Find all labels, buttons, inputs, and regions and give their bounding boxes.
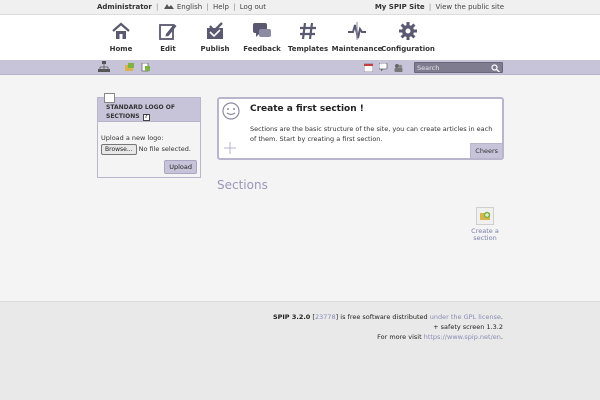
- top-bar-right: My SPIP Site | View the public site: [374, 3, 504, 11]
- sitemap-icon[interactable]: [98, 61, 110, 73]
- plus-icon: [224, 142, 236, 154]
- page-title: Sections: [217, 178, 268, 192]
- spip-version: SPIP 3.2.0: [272, 313, 311, 321]
- footer-line-2: + safety screen 1.3.2: [433, 323, 503, 331]
- search-box: [414, 62, 503, 73]
- content-area: STANDARD LOGO OF SECTIONS? Upload a new …: [0, 76, 600, 301]
- calendar-icon[interactable]: [364, 63, 373, 72]
- username-link[interactable]: Administrator: [97, 3, 152, 11]
- site-name-link[interactable]: My SPIP Site: [375, 3, 425, 11]
- browse-button[interactable]: Browse...: [101, 144, 137, 155]
- create-section-button[interactable]: Create a section: [468, 207, 502, 242]
- gear-icon: [399, 22, 417, 40]
- nav-configuration-label: Configuration: [381, 45, 435, 53]
- footer-line-1: SPIP 3.2.0 [23778] is free software dist…: [272, 313, 503, 321]
- main-nav: Home Edit Publish Feedback Templates Mai…: [0, 15, 600, 60]
- upload-button[interactable]: Upload: [164, 160, 197, 174]
- top-bar: Administrator | English | Help | Log out…: [0, 0, 600, 15]
- create-section-icon: [476, 207, 494, 225]
- messages-icon[interactable]: [379, 63, 388, 72]
- footer-line-3: For more visit https://www.spip.net/en.: [377, 333, 503, 341]
- footer: SPIP 3.2.0 [23778] is free software dist…: [0, 301, 600, 400]
- home-icon: [112, 22, 130, 39]
- top-bar-left: Administrator | English | Help | Log out: [97, 3, 266, 11]
- revision-link[interactable]: 23778: [315, 313, 336, 321]
- license-link[interactable]: under the GPL license: [430, 313, 501, 321]
- article-add-icon[interactable]: [141, 63, 150, 72]
- image-icon: [104, 93, 115, 103]
- users-icon[interactable]: [394, 63, 403, 72]
- upload-logo-label: Upload a new logo:: [101, 134, 164, 142]
- sub-bar: [0, 60, 600, 75]
- create-section-label: Create a section: [471, 227, 499, 242]
- nav-templates-label: Templates: [287, 45, 329, 53]
- nav-maintenance-label: Maintenance: [331, 45, 383, 53]
- speech-bubble-icon: [253, 23, 271, 37]
- checkmark-icon: [207, 22, 223, 39]
- hash-icon: [300, 22, 316, 40]
- pencil-icon: [159, 24, 177, 40]
- cheers-signature: Cheers: [470, 143, 502, 158]
- search-input[interactable]: [417, 63, 489, 72]
- nav-maintenance[interactable]: Maintenance: [329, 21, 385, 53]
- nav-templates[interactable]: Templates: [280, 21, 336, 53]
- language-icon[interactable]: [163, 3, 175, 10]
- logout-link[interactable]: Log out: [240, 3, 266, 11]
- notice-title: Create a first section !: [250, 104, 364, 114]
- logo-box-body: Upload a new logo: Browse... No file sele…: [98, 122, 200, 155]
- nav-configuration[interactable]: Configuration: [380, 21, 436, 53]
- logo-box-header: STANDARD LOGO OF SECTIONS?: [98, 93, 200, 122]
- view-public-site-link[interactable]: View the public site: [436, 3, 504, 11]
- smiley-icon: [222, 102, 240, 120]
- file-row: Browse... No file selected.: [101, 144, 197, 155]
- first-section-notice: Create a first section ! Sections are th…: [217, 97, 504, 160]
- no-file-text: No file selected.: [138, 145, 191, 153]
- logo-box-title: STANDARD LOGO OF SECTIONS?: [106, 104, 175, 121]
- pulse-icon: [348, 22, 366, 40]
- notice-text: Sections are the basic structure of the …: [250, 125, 493, 143]
- footer-text: SPIP 3.2.0 [23778] is free software dist…: [273, 312, 503, 342]
- help-icon[interactable]: ?: [142, 114, 150, 121]
- help-link[interactable]: Help: [213, 3, 229, 11]
- standard-logo-box: STANDARD LOGO OF SECTIONS? Upload a new …: [97, 93, 201, 178]
- folder-add-icon[interactable]: [125, 63, 134, 72]
- language-link[interactable]: English: [177, 3, 202, 11]
- search-icon[interactable]: [491, 64, 500, 72]
- spip-net-link[interactable]: https://www.spip.net/en: [424, 333, 501, 341]
